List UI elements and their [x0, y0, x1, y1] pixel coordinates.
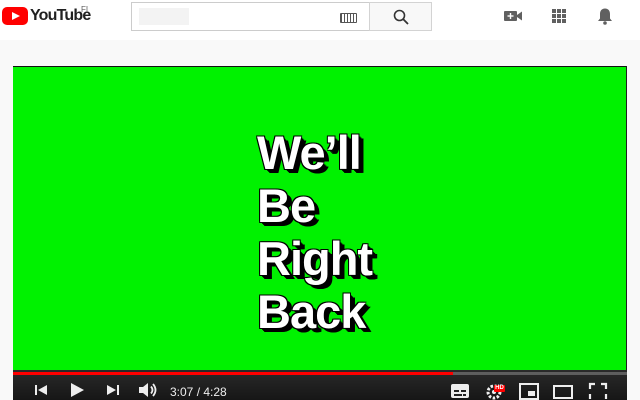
message-line: Right — [257, 232, 373, 285]
youtube-play-logo-icon — [2, 7, 28, 25]
video-camera-icon[interactable] — [503, 6, 523, 26]
next-icon[interactable] — [104, 380, 122, 400]
previous-icon[interactable] — [32, 380, 50, 400]
miniplayer-icon[interactable] — [518, 380, 540, 400]
message-line: Back — [257, 285, 366, 338]
search-button[interactable] — [369, 2, 432, 31]
message-line: Be — [257, 179, 316, 232]
country-code: FI — [81, 5, 89, 14]
search-input[interactable] — [139, 8, 189, 25]
apps-grid-icon[interactable] — [549, 6, 569, 26]
youtube-logo[interactable]: YouTube — [2, 5, 91, 27]
hd-badge: HD — [494, 385, 505, 392]
theater-mode-icon[interactable] — [552, 380, 574, 400]
duration: 4:28 — [203, 385, 227, 399]
search-icon — [393, 9, 409, 25]
progress-bar[interactable] — [13, 372, 627, 375]
play-icon[interactable] — [67, 380, 87, 400]
bell-icon[interactable] — [595, 6, 615, 26]
time-separator: / — [193, 385, 204, 399]
progress-bar-played — [13, 372, 453, 375]
fullscreen-icon[interactable] — [587, 380, 609, 400]
message-line: We’ll — [257, 126, 362, 179]
volume-icon[interactable] — [137, 380, 159, 400]
current-time: 3:07 — [170, 385, 194, 399]
video-frame[interactable]: We’ll Be Right Back — [13, 66, 626, 370]
video-message: We’ll Be Right Back — [257, 126, 457, 338]
search-box[interactable] — [131, 2, 370, 31]
keyboard-icon[interactable] — [340, 13, 357, 23]
subtitles-icon[interactable] — [449, 380, 471, 400]
time-display: 3:07 / 4:28 — [170, 385, 227, 399]
